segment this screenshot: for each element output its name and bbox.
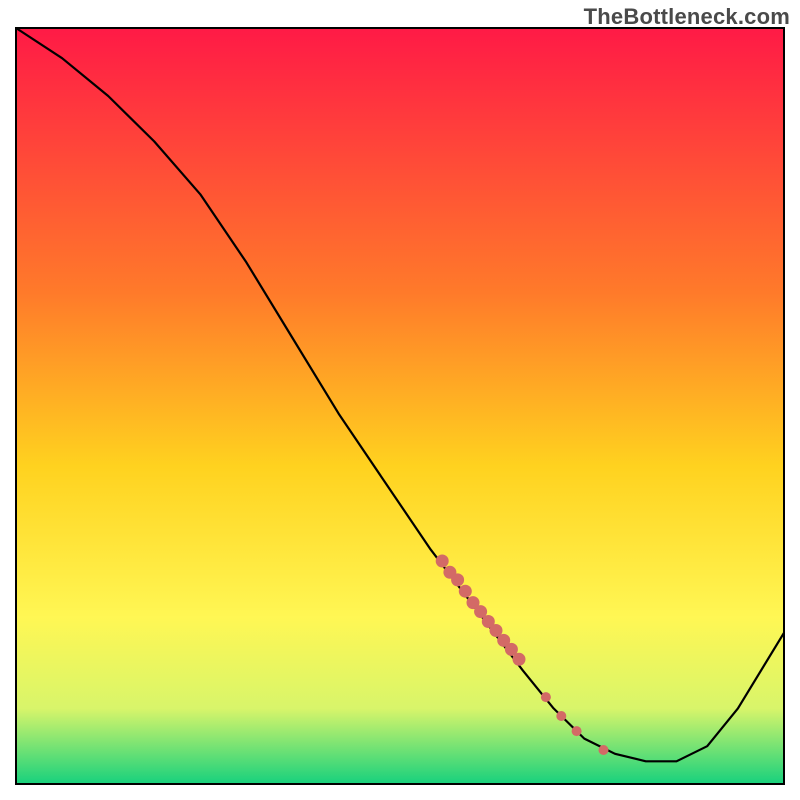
marker-point (451, 573, 464, 586)
marker-point (436, 555, 449, 568)
plot-background (16, 28, 784, 784)
bottleneck-chart (0, 0, 800, 800)
chart-container: TheBottleneck.com (0, 0, 800, 800)
marker-point (572, 726, 582, 736)
marker-point (541, 692, 551, 702)
marker-point (459, 585, 472, 598)
marker-point (599, 745, 609, 755)
marker-point (556, 711, 566, 721)
marker-point (513, 653, 526, 666)
watermark-text: TheBottleneck.com (584, 4, 790, 30)
